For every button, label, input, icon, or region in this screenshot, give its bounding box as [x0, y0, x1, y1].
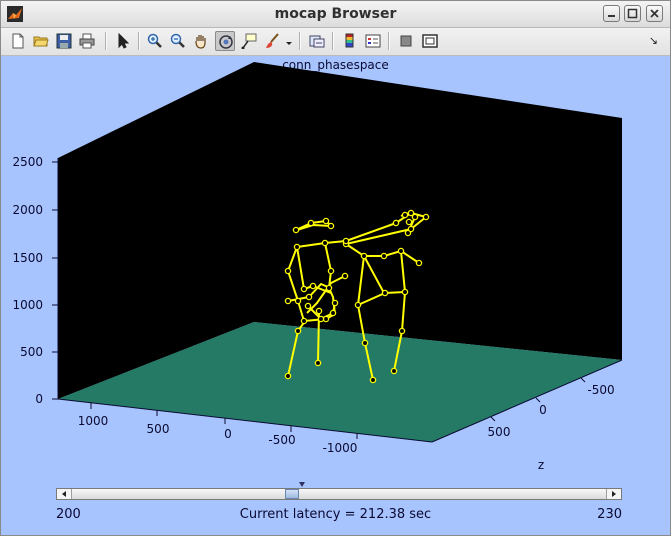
- minimize-button[interactable]: [603, 5, 620, 22]
- colorbar-icon: [345, 33, 354, 48]
- rotate-3d-icon: [219, 35, 233, 49]
- folder-open-icon: [33, 36, 49, 47]
- zoom-in-icon: [147, 33, 162, 48]
- frame-slider[interactable]: [56, 488, 622, 500]
- toolbar-separator: [138, 32, 140, 50]
- edit-plot-button[interactable]: [113, 31, 133, 51]
- slider-right-arrow[interactable]: [606, 489, 621, 499]
- zoom-in-button[interactable]: [145, 31, 165, 51]
- y-tick-label: 1000: [12, 298, 43, 312]
- show-tools-icon: [422, 34, 438, 48]
- hide-plot-tools-button[interactable]: [396, 31, 416, 51]
- title-bar: mocap Browser: [1, 1, 670, 28]
- maximize-button[interactable]: [624, 5, 641, 22]
- zoom-out-button[interactable]: [168, 31, 188, 51]
- window-title: mocap Browser: [274, 6, 397, 22]
- floppy-disk-icon: [56, 33, 72, 49]
- x-tick-label: 1000: [78, 414, 109, 428]
- brush-icon: [266, 33, 279, 48]
- rotate-3d-button[interactable]: [215, 31, 235, 51]
- mocap-browser-window: mocap Browser ↘ conn_phasespace 0 500 10…: [0, 0, 671, 536]
- new-figure-button[interactable]: [8, 31, 28, 51]
- 3d-axes[interactable]: 0 500 1000 1500 2000 2500 1000 500 0 -50…: [1, 55, 670, 481]
- y-tick-label: 1500: [12, 251, 43, 265]
- insert-legend-button[interactable]: [363, 31, 383, 51]
- brush-button[interactable]: [263, 31, 283, 51]
- slider-left-arrow[interactable]: [57, 489, 72, 499]
- printer-icon: [79, 33, 95, 49]
- y-tick-label: 2500: [12, 155, 43, 169]
- hide-tools-icon: [400, 35, 412, 47]
- y-tick-label: 500: [20, 345, 43, 359]
- pan-button[interactable]: [191, 31, 211, 51]
- y-tick-label: 0: [35, 392, 43, 406]
- y-axis-ticks: [52, 161, 58, 400]
- z-axis-label: z: [538, 458, 544, 472]
- z-tick-label: 500: [488, 425, 511, 439]
- x-tick-label: -500: [268, 433, 295, 447]
- slider-track[interactable]: [72, 489, 606, 499]
- data-cursor-icon: [241, 33, 257, 49]
- pointer-arrow-icon: [118, 33, 130, 49]
- hand-icon: [195, 35, 206, 49]
- show-plot-tools-button[interactable]: [420, 31, 440, 51]
- latency-status: Current latency = 212.38 sec: [239, 507, 432, 522]
- maximize-icon: [627, 8, 638, 19]
- x-tick-label: -1000: [323, 441, 358, 455]
- dock-figure-button[interactable]: ↘: [649, 34, 658, 47]
- data-cursor-button[interactable]: [239, 31, 259, 51]
- open-file-button[interactable]: [31, 31, 51, 51]
- link-plot-icon: [309, 35, 325, 48]
- y-tick-label: 2000: [12, 203, 43, 217]
- insert-colorbar-button[interactable]: [340, 31, 360, 51]
- new-document-icon: [12, 33, 24, 49]
- z-tick-label: -500: [587, 383, 614, 397]
- save-figure-button[interactable]: [54, 31, 74, 51]
- arrow-left-icon: [62, 491, 66, 497]
- x-tick-label: 0: [224, 427, 232, 441]
- slider-position-marker: [299, 482, 305, 487]
- legend-icon: [365, 34, 381, 48]
- zoom-out-icon: [170, 33, 185, 48]
- toolbar-separator: [388, 32, 390, 50]
- toolbar-separator: [299, 32, 301, 50]
- chevron-down-icon: [286, 42, 292, 45]
- toolbar-separator: [105, 32, 107, 50]
- x-tick-label: 500: [147, 422, 170, 436]
- figure-toolbar: ↘: [1, 28, 670, 56]
- z-tick-label: 0: [539, 403, 547, 417]
- slider-thumb[interactable]: [285, 489, 299, 499]
- close-icon: [650, 9, 659, 18]
- minimize-icon: [608, 15, 615, 17]
- brush-dropdown-button[interactable]: [283, 31, 295, 51]
- slider-max-label: 230: [597, 507, 622, 522]
- print-figure-button[interactable]: [77, 31, 97, 51]
- close-button[interactable]: [646, 5, 663, 22]
- link-plot-button[interactable]: [307, 31, 327, 51]
- toolbar-separator: [332, 32, 334, 50]
- arrow-right-icon: [612, 491, 616, 497]
